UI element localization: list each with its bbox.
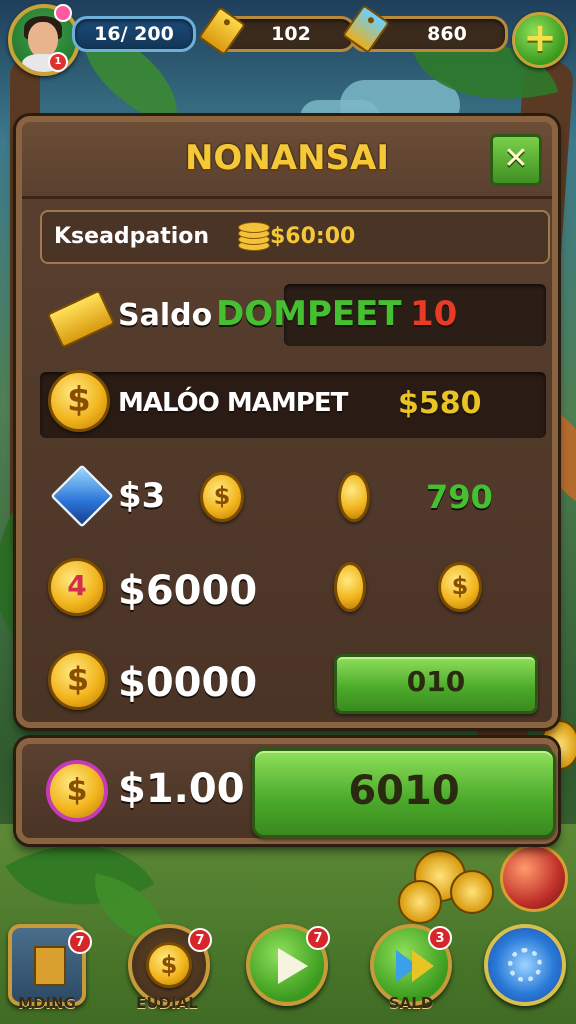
level-progress: 16/ 200 xyxy=(72,16,196,52)
top-bar: 1 16/ 200 102 860 + xyxy=(0,0,576,80)
row1-value: 10 xyxy=(410,294,458,334)
level-text: 16/ 200 xyxy=(94,23,174,45)
currency-2-value: 860 xyxy=(427,23,467,45)
fast-forward-icon-part xyxy=(412,950,434,982)
row2-value: $580 xyxy=(398,386,482,421)
row2-label: MALÓO MAMPET xyxy=(118,388,348,418)
nav-badge-coins: 7 xyxy=(188,928,212,952)
row4-label: $6000 xyxy=(118,568,258,614)
balance-info-bar: Kseadpation $60:00 xyxy=(40,210,550,264)
settings-icon xyxy=(508,948,542,982)
close-button[interactable]: ✕ xyxy=(490,134,542,186)
currency-1-value: 102 xyxy=(271,23,311,45)
nav-label-skip: SALD xyxy=(388,994,434,1012)
shop-panel: NONANSAI ✕ Kseadpation $60:00 Saldo DOMP… xyxy=(16,116,558,728)
nav-label-coins: EUDIAL xyxy=(136,994,198,1012)
panel-header: NONANSAI ✕ xyxy=(22,122,552,199)
row3-coin-icon: $ xyxy=(200,472,244,522)
nav-label-home: MDING xyxy=(18,994,76,1012)
nav-badge-skip: 3 xyxy=(428,926,452,950)
house-icon xyxy=(34,946,66,986)
row3-coin-side-icon xyxy=(338,472,370,522)
row3-value: 790 xyxy=(426,478,493,516)
row1-label: Saldo xyxy=(118,298,213,333)
gold-bar-icon xyxy=(46,289,116,349)
coin-stack-icon xyxy=(238,222,270,252)
row5-buy-button[interactable]: 010 xyxy=(334,654,538,714)
premium-coin-icon: $ xyxy=(46,760,108,822)
play-icon xyxy=(278,948,308,984)
info-value: $60:00 xyxy=(270,224,356,249)
row3-label: $3 xyxy=(118,476,166,516)
panel-title: NONANSAI xyxy=(184,138,390,178)
purchase-button[interactable]: 6010 xyxy=(252,748,556,838)
purchase-panel: $ $1.00 6010 xyxy=(16,738,558,844)
avatar-badge: 1 xyxy=(48,52,68,72)
add-currency-button[interactable]: + xyxy=(512,12,568,68)
nav-badge-play: 7 xyxy=(306,926,330,950)
row1-highlight: DOMPEET xyxy=(216,294,402,334)
purchase-price: $1.00 xyxy=(118,766,245,812)
info-label: Kseadpation xyxy=(54,224,210,249)
coin-bag-icon: $ xyxy=(146,942,192,988)
row2-coin-icon: $ xyxy=(48,370,110,432)
row5-coin-icon: $ xyxy=(48,650,108,710)
row4-coin-right-icon: $ xyxy=(438,562,482,612)
notification-dot xyxy=(54,4,72,22)
row4-coin-side-icon xyxy=(334,562,366,612)
row4-coin-icon: 4 xyxy=(48,558,106,616)
row5-label: $0000 xyxy=(118,660,258,706)
blue-gem-icon xyxy=(50,464,114,528)
nav-badge-home: 7 xyxy=(68,930,92,954)
nav-button-settings[interactable] xyxy=(484,924,566,1006)
